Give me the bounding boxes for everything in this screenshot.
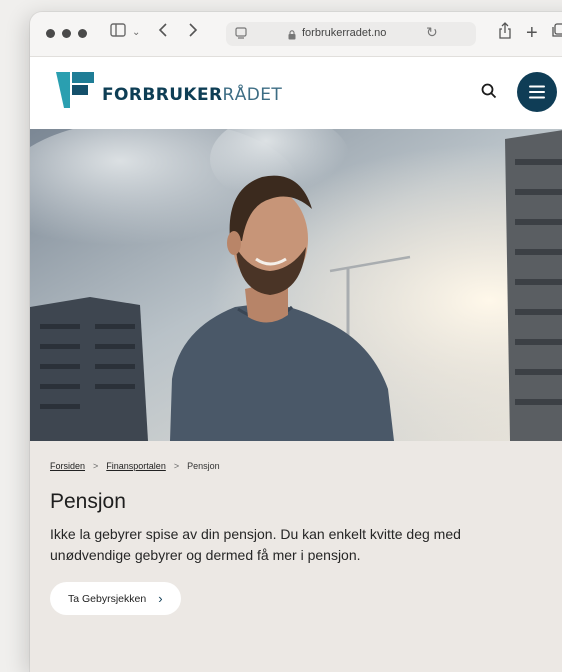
gebyrsjekken-button[interactable]: Ta Gebyrsjekken › xyxy=(50,582,181,615)
back-icon[interactable] xyxy=(158,22,168,44)
forward-icon[interactable] xyxy=(188,22,198,44)
window-controls[interactable] xyxy=(46,29,87,38)
breadcrumb-link-finansportalen[interactable]: Finansportalen xyxy=(106,461,166,471)
page-content: Forsiden > Finansportalen > Pensjon Pens… xyxy=(30,461,562,615)
site-header: FORBRUKERRÅDET xyxy=(30,57,562,129)
site-logo-text[interactable]: FORBRUKERRÅDET xyxy=(102,85,282,105)
search-icon[interactable] xyxy=(481,83,497,104)
breadcrumb-separator: > xyxy=(93,461,99,471)
tabs-icon[interactable] xyxy=(552,22,562,44)
minimize-dot[interactable] xyxy=(62,29,71,38)
close-dot[interactable] xyxy=(46,29,55,38)
breadcrumb-link-forsiden[interactable]: Forsiden xyxy=(50,461,85,471)
cta-label: Ta Gebyrsjekken xyxy=(68,592,147,605)
lock-icon xyxy=(288,27,296,40)
menu-icon xyxy=(529,85,545,99)
logo-icon[interactable] xyxy=(56,70,96,115)
address-bar[interactable]: forbrukerradet.no ↻ xyxy=(226,22,476,46)
reader-icon[interactable] xyxy=(234,26,248,45)
chevron-down-icon[interactable]: ⌄ xyxy=(132,22,140,44)
page-title: Pensjon xyxy=(50,490,126,513)
page-lede: Ikke la gebyrer spise av din pensjon. Du… xyxy=(50,526,461,563)
reload-icon[interactable]: ↻ xyxy=(426,24,438,41)
new-tab-icon[interactable]: + xyxy=(526,22,538,44)
breadcrumb-separator: > xyxy=(173,461,180,471)
breadcrumb-current: Pensjon xyxy=(187,461,220,471)
browser-toolbar: ⌄ forbrukerradet.no ↻ + xyxy=(30,12,562,57)
breadcrumb: Forsiden > Finansportalen > Pensjon xyxy=(50,461,562,471)
menu-button[interactable] xyxy=(517,72,557,112)
sidebar-icon[interactable] xyxy=(110,22,126,44)
hero-image xyxy=(30,129,562,441)
chevron-right-icon: › xyxy=(158,591,163,606)
browser-window: ⌄ forbrukerradet.no ↻ + FORBRUKERRÅDET F… xyxy=(30,12,562,672)
zoom-dot[interactable] xyxy=(78,29,87,38)
share-icon[interactable] xyxy=(498,22,512,47)
address-url[interactable]: forbrukerradet.no xyxy=(302,27,386,39)
